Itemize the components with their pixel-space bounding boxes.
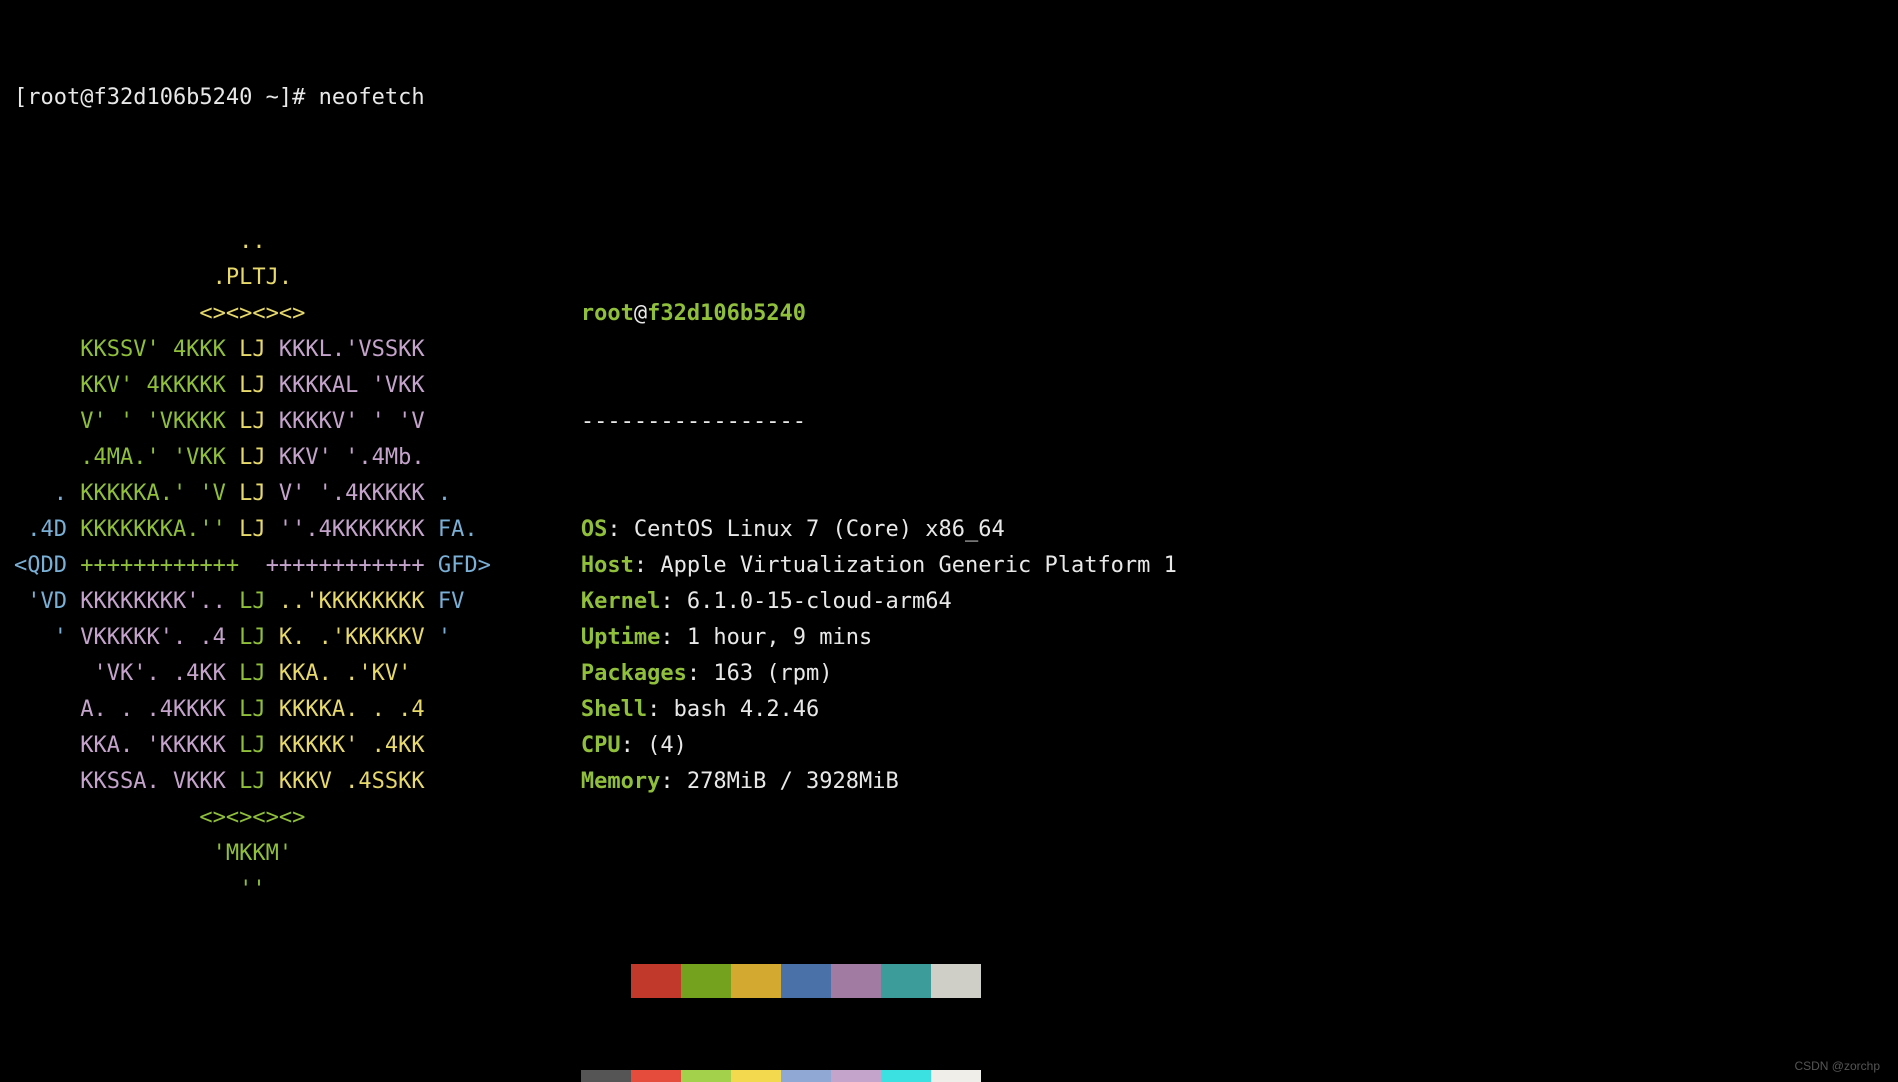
info-line: Shell: bash 4.2.46	[581, 692, 1177, 728]
logo-line: KKSSV' 4KKK LJ KKKL.'VSSKK	[14, 332, 491, 368]
logo-line: ' VKKKKK'. .4 LJ K. .'KKKKKV '	[14, 620, 491, 656]
logo-line: KKSSA. VKKK LJ KKKV .4SSKK	[14, 764, 491, 800]
logo-line: .4MA.' 'VKK LJ KKV' '.4Mb.	[14, 440, 491, 476]
neofetch-output: .. .PLTJ. <><><><> KKSSV' 4KKK LJ KKKL.'…	[14, 224, 1884, 1082]
color-swatch	[731, 964, 781, 998]
color-swatch	[881, 964, 931, 998]
info-value: : bash 4.2.46	[647, 697, 819, 722]
logo-line: ''	[14, 872, 491, 908]
logo-line: 'VK'. .4KK LJ KKA. .'KV'	[14, 656, 491, 692]
logo-line: KKA. 'KKKKK LJ KKKKK' .4KK	[14, 728, 491, 764]
color-swatch	[781, 964, 831, 998]
info-value: : 1 hour, 9 mins	[660, 625, 872, 650]
terminal[interactable]: [root@f32d106b5240 ~]# neofetch .. .PLTJ…	[0, 0, 1898, 1082]
logo-line: KKV' 4KKKKK LJ KKKKAL 'VKK	[14, 368, 491, 404]
info-label: Kernel	[581, 589, 660, 614]
info-label: Memory	[581, 769, 660, 794]
user-host-header: root@f32d106b5240	[581, 296, 1177, 332]
color-swatch	[831, 964, 881, 998]
color-swatch	[831, 1070, 881, 1082]
logo-line: ..	[14, 224, 491, 260]
color-palette	[581, 872, 1177, 1082]
logo-line: A. . .4KKKK LJ KKKKA. . .4	[14, 692, 491, 728]
info-line: CPU: (4)	[581, 728, 1177, 764]
color-swatch	[581, 964, 631, 998]
info-line: Kernel: 6.1.0-15-cloud-arm64	[581, 584, 1177, 620]
info-line: OS: CentOS Linux 7 (Core) x86_64	[581, 512, 1177, 548]
prompt: [root@f32d106b5240 ~]#	[14, 85, 319, 110]
info-value: : 163 (rpm)	[687, 661, 833, 686]
watermark: CSDN @zorchp	[1794, 1060, 1880, 1072]
info-label: OS	[581, 517, 608, 542]
color-swatch	[631, 1070, 681, 1082]
color-swatch	[731, 1070, 781, 1082]
logo-line: <QDD ++++++++++++ ++++++++++++ GFD>	[14, 548, 491, 584]
color-swatch	[881, 1070, 931, 1082]
logo-line: .4D KKKKKKKA.'' LJ ''.4KKKKKKK FA.	[14, 512, 491, 548]
logo-line: 'VD KKKKKKKK'.. LJ ..'KKKKKKKK FV	[14, 584, 491, 620]
color-swatch	[681, 964, 731, 998]
color-swatch	[581, 1070, 631, 1082]
info-value: : Apple Virtualization Generic Platform …	[634, 553, 1177, 578]
system-info: root@f32d106b5240 ----------------- OS: …	[581, 224, 1177, 1082]
info-line: Packages: 163 (rpm)	[581, 656, 1177, 692]
info-label: Host	[581, 553, 634, 578]
info-label: CPU	[581, 733, 621, 758]
info-label: Packages	[581, 661, 687, 686]
info-value: : CentOS Linux 7 (Core) x86_64	[607, 517, 1004, 542]
logo-line: .PLTJ.	[14, 260, 491, 296]
logo-line: <><><><>	[14, 296, 491, 332]
color-swatch	[931, 964, 981, 998]
command-line-1: [root@f32d106b5240 ~]# neofetch	[14, 80, 1884, 116]
separator: -----------------	[581, 404, 1177, 440]
info-value: : (4)	[621, 733, 687, 758]
logo-line: <><><><>	[14, 800, 491, 836]
color-swatch	[631, 964, 681, 998]
info-line: Uptime: 1 hour, 9 mins	[581, 620, 1177, 656]
info-line: Memory: 278MiB / 3928MiB	[581, 764, 1177, 800]
color-swatch	[781, 1070, 831, 1082]
logo-line: 'MKKM'	[14, 836, 491, 872]
ascii-logo: .. .PLTJ. <><><><> KKSSV' 4KKK LJ KKKL.'…	[14, 224, 491, 1082]
info-line: Host: Apple Virtualization Generic Platf…	[581, 548, 1177, 584]
info-value: : 6.1.0-15-cloud-arm64	[660, 589, 951, 614]
info-label: Shell	[581, 697, 647, 722]
color-swatch	[681, 1070, 731, 1082]
info-label: Uptime	[581, 625, 660, 650]
logo-line: . KKKKKA.' 'V LJ V' '.4KKKKK .	[14, 476, 491, 512]
typed-command: neofetch	[319, 85, 425, 110]
color-swatch	[931, 1070, 981, 1082]
info-value: : 278MiB / 3928MiB	[660, 769, 898, 794]
logo-line: V' ' 'VKKKK LJ KKKKV' ' 'V	[14, 404, 491, 440]
